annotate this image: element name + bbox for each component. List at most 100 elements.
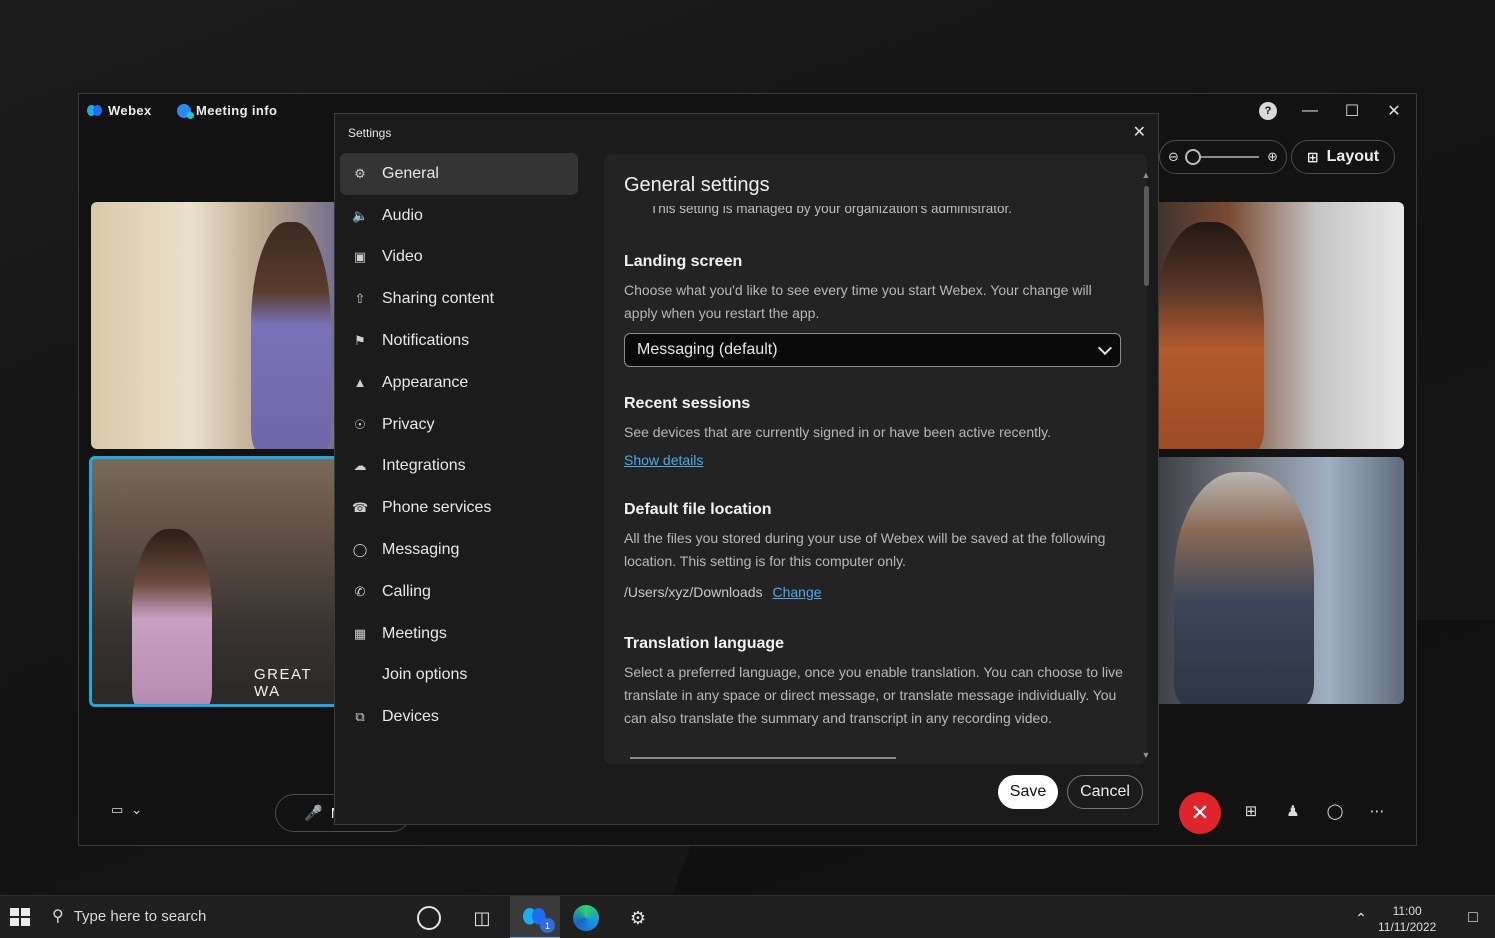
close-icon: ✕ [1387, 103, 1401, 120]
video-tile-participant-3[interactable] [1154, 202, 1404, 449]
nav-item-phone-services[interactable]: ☎ Phone services [340, 487, 578, 529]
nav-item-calling[interactable]: ✆ Calling [340, 571, 578, 613]
settings-scrollbar[interactable]: ▲ ▼ [1140, 170, 1152, 760]
closed-captions-icon: ▭ [111, 802, 124, 817]
system-clock[interactable]: 11:00 11/11/2022 [1378, 903, 1436, 935]
nav-item-audio[interactable]: 🔈 Audio [340, 195, 578, 237]
nav-item-privacy[interactable]: ☉ Privacy [340, 404, 578, 446]
nav-item-video[interactable]: ▣ Video [340, 237, 578, 279]
file-path: /Users/xyz/Downloads [624, 584, 763, 600]
nav-label: Notifications [382, 332, 470, 350]
video-tile-participant-4[interactable] [1154, 457, 1404, 704]
close-dialog-button[interactable]: ✕ [1133, 122, 1146, 142]
recent-sessions-heading: Recent sessions [624, 395, 751, 412]
nav-label: Appearance [382, 373, 469, 391]
landing-screen-select[interactable]: Messaging (default) [624, 333, 1121, 367]
settings-dialog: Settings ✕ ⚙ General 🔈 Audio ▣ Video ⇧ Shari… [334, 113, 1159, 825]
notification-badge: 1 [540, 918, 555, 933]
right-controls: ⊞ ♟ ◯ ⋯ [1241, 802, 1387, 820]
taskbar-settings-app[interactable]: ⚙ [625, 905, 651, 931]
share-icon: ⇧ [354, 291, 366, 307]
clock-time: 11:00 [1392, 904, 1422, 918]
meeting-info-label: Meeting info [196, 103, 278, 118]
close-window-button[interactable]: ✕ [1384, 100, 1404, 122]
chat-icon[interactable]: ◯ [1325, 802, 1345, 820]
nav-item-devices[interactable]: ⧉ Devices [340, 696, 578, 738]
show-hidden-icons-button[interactable]: ⌃ [1348, 905, 1374, 931]
settings-nav: ⚙ General 🔈 Audio ▣ Video ⇧ Sharing content … [340, 153, 578, 738]
chevron-down-icon: ⌄ [131, 802, 143, 817]
close-icon: ✕ [1190, 800, 1210, 825]
chevron-down-icon [1097, 340, 1113, 355]
start-button[interactable] [10, 908, 30, 926]
nav-item-appearance[interactable]: ▲ Appearance [340, 362, 578, 404]
participant-video [1174, 472, 1314, 704]
show-details-link[interactable]: Show details [624, 452, 703, 468]
change-location-link[interactable]: Change [773, 584, 822, 600]
taskbar-search[interactable]: ⚲ Type here to search [52, 906, 206, 926]
recent-sessions-description: See devices that are currently signed in… [624, 424, 1051, 440]
save-button[interactable]: Save [998, 775, 1058, 809]
chat-icon: ◯ [352, 542, 368, 558]
participants-icon[interactable]: ♟ [1283, 802, 1303, 820]
nav-label: Join options [382, 666, 468, 684]
chevron-up-icon: ⌃ [1355, 909, 1367, 926]
captions-button[interactable]: ▭ ⌄ [111, 802, 142, 818]
cortana-button[interactable] [416, 905, 442, 931]
webex-app-logo[interactable]: Webex [87, 103, 152, 118]
meeting-info-icon [177, 103, 194, 119]
more-options-icon[interactable]: ⋯ [1367, 802, 1387, 820]
gear-icon: ⚙ [354, 165, 366, 181]
nav-item-messaging[interactable]: ◯ Messaging [340, 529, 578, 571]
nav-label: Devices [382, 708, 439, 726]
cortana-icon [417, 906, 441, 930]
scrollbar-thumb[interactable] [1143, 186, 1149, 286]
taskbar-edge-app[interactable] [573, 905, 599, 931]
nav-label: Calling [382, 582, 431, 600]
minimize-button[interactable]: — [1300, 100, 1320, 122]
nav-label: Sharing content [382, 290, 495, 308]
cancel-button[interactable]: Cancel [1067, 775, 1143, 809]
divider [630, 757, 896, 759]
nav-item-integrations[interactable]: ☁ Integrations [340, 446, 578, 488]
search-placeholder: Type here to search [73, 907, 207, 925]
nav-label: Audio [382, 206, 423, 224]
scroll-up-icon[interactable]: ▲ [1140, 170, 1152, 180]
task-view-button[interactable]: ◫ [469, 905, 495, 931]
nav-item-notifications[interactable]: ⚑ Notifications [340, 320, 578, 362]
video-tile-active-speaker[interactable]: GREAT WA [89, 456, 343, 707]
privacy-icon: ☉ [354, 416, 366, 432]
gear-icon: ⚙ [629, 907, 647, 928]
zoom-slider-handle[interactable] [1184, 149, 1201, 165]
zoom-in-icon[interactable]: ⊕ [1267, 149, 1278, 165]
leave-meeting-button[interactable]: ✕ [1179, 792, 1221, 834]
zoom-out-icon[interactable]: ⊖ [1168, 149, 1179, 165]
landing-screen-heading: Landing screen [624, 253, 743, 270]
minimize-icon: — [1302, 102, 1318, 119]
panel-title: General settings [624, 174, 770, 196]
microphone-icon: 🎤 [304, 805, 323, 822]
video-wall-text: GREAT WA [254, 666, 312, 700]
layout-button[interactable]: ⊞ Layout [1291, 140, 1395, 174]
scroll-down-icon[interactable]: ▼ [1140, 750, 1152, 760]
maximize-button[interactable]: ☐ [1342, 100, 1362, 122]
nav-item-meetings[interactable]: ▦ Meetings [340, 613, 578, 655]
zoom-slider[interactable] [1184, 149, 1260, 165]
nav-item-general[interactable]: ⚙ General [340, 153, 578, 195]
phone-icon: ✆ [354, 583, 366, 599]
apps-icon[interactable]: ⊞ [1241, 802, 1261, 820]
nav-item-sharing-content[interactable]: ⇧ Sharing content [340, 278, 578, 320]
video-tile-participant-1[interactable] [91, 202, 341, 449]
nav-label: General [382, 164, 439, 182]
phone-services-icon: ☎ [352, 500, 369, 516]
taskbar-webex-app[interactable]: 1 [510, 896, 560, 938]
layout-label: Layout [1326, 148, 1380, 165]
help-button[interactable]: ? [1258, 100, 1278, 122]
meeting-info-button[interactable]: Meeting info [177, 103, 278, 119]
nav-label: Meetings [382, 624, 447, 642]
speaker-icon: 🔈 [352, 207, 369, 223]
bell-icon: ⚑ [354, 333, 366, 349]
participant-video [251, 222, 331, 449]
action-center-button[interactable]: □ [1460, 905, 1486, 931]
nav-item-join-options[interactable]: Join options [340, 655, 578, 697]
